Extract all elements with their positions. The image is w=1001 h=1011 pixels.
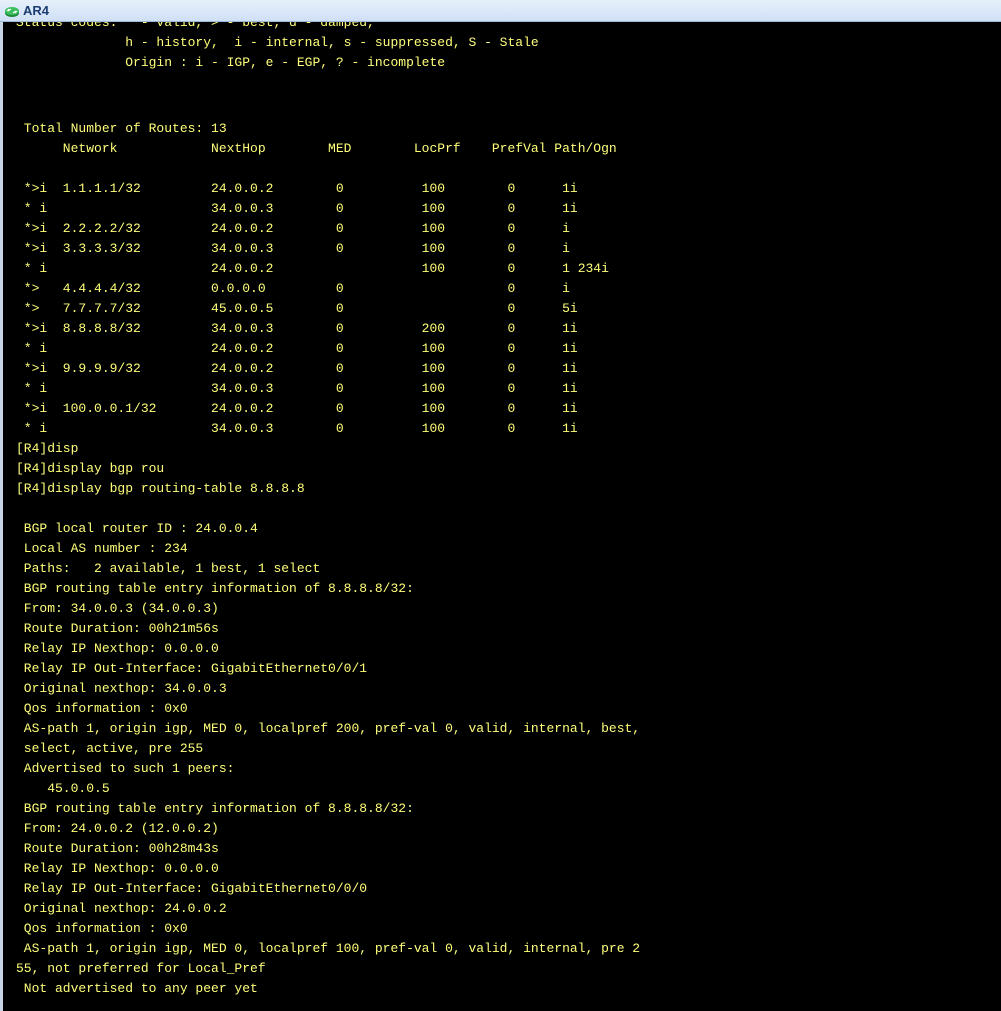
terminal-line: AS-path 1, origin igp, MED 0, localpref … [16, 721, 641, 736]
terminal-line: From: 24.0.0.2 (12.0.0.2) [16, 821, 219, 836]
terminal-line: Relay IP Out-Interface: GigabitEthernet0… [16, 661, 368, 676]
terminal-line: [R4]display bgp rou [16, 461, 165, 476]
terminal-line: From: 34.0.0.3 (34.0.0.3) [16, 601, 219, 616]
terminal-line: 55, not preferred for Local_Pref [16, 961, 266, 976]
terminal-line: Advertised to such 1 peers: [16, 761, 235, 776]
terminal-line: AS-path 1, origin igp, MED 0, localpref … [16, 941, 641, 956]
terminal-line: * i 34.0.0.3 0 100 0 1i [16, 201, 578, 216]
terminal-line: BGP routing table entry information of 8… [16, 581, 414, 596]
terminal-line: select, active, pre 255 [16, 741, 204, 756]
terminal-line: Original nexthop: 24.0.0.2 [16, 901, 227, 916]
terminal-line: Route Duration: 00h21m56s [16, 621, 219, 636]
terminal-line: h - history, i - internal, s - suppresse… [16, 35, 539, 50]
router-app-icon [5, 6, 19, 17]
terminal-line: Relay IP Out-Interface: GigabitEthernet0… [16, 881, 368, 896]
terminal-line: Network NextHop MED LocPrf PrefVal Path/… [16, 141, 617, 156]
terminal-line: Paths: 2 available, 1 best, 1 select [16, 561, 321, 576]
terminal-line: BGP local router ID : 24.0.0.4 [16, 521, 258, 536]
terminal-line: *>i 9.9.9.9/32 24.0.0.2 0 100 0 1i [16, 361, 578, 376]
window-title: AR4 [23, 3, 50, 18]
terminal-line: Not advertised to any peer yet [16, 981, 258, 996]
terminal-line: * i 34.0.0.3 0 100 0 1i [16, 381, 578, 396]
terminal-line: Relay IP Nexthop: 0.0.0.0 [16, 861, 219, 876]
terminal-line: *>i 2.2.2.2/32 24.0.0.2 0 100 0 i [16, 221, 570, 236]
terminal-line: *> 4.4.4.4/32 0.0.0.0 0 0 i [16, 281, 570, 296]
window-left-border [0, 22, 3, 1011]
terminal-line: [R4]display bgp routing-table 8.8.8.8 [16, 481, 305, 496]
terminal-line: BGP routing table entry information of 8… [16, 801, 414, 816]
terminal-line: Origin : i - IGP, e - EGP, ? - incomplet… [16, 55, 446, 70]
terminal-line: *> 7.7.7.7/32 45.0.0.5 0 0 5i [16, 301, 578, 316]
window-titlebar[interactable]: AR4 [0, 0, 1001, 22]
terminal-line: * i 24.0.0.2 0 100 0 1i [16, 341, 578, 356]
terminal-line: Total Number of Routes: 13 [16, 121, 227, 136]
terminal-line: *>i 1.1.1.1/32 24.0.0.2 0 100 0 1i [16, 181, 578, 196]
terminal-line: Local AS number : 234 [16, 541, 188, 556]
terminal-line: Original nexthop: 34.0.0.3 [16, 681, 227, 696]
terminal-line: Relay IP Nexthop: 0.0.0.0 [16, 641, 219, 656]
terminal-line: *>i 3.3.3.3/32 34.0.0.3 0 100 0 i [16, 241, 570, 256]
terminal-line: Status codes: * - valid, > - best, d - d… [16, 22, 375, 30]
terminal-console[interactable]: Status codes: * - valid, > - best, d - d… [16, 22, 996, 1011]
terminal-line: *>i 8.8.8.8/32 34.0.0.3 0 200 0 1i [16, 321, 578, 336]
terminal-line: Route Duration: 00h28m43s [16, 841, 219, 856]
terminal-line: *>i 100.0.0.1/32 24.0.0.2 0 100 0 1i [16, 401, 578, 416]
terminal-line: 45.0.0.5 [16, 781, 110, 796]
terminal-line: Qos information : 0x0 [16, 701, 188, 716]
terminal-line: [R4]disp [16, 441, 79, 456]
terminal-line: * i 34.0.0.3 0 100 0 1i [16, 421, 578, 436]
terminal-line: * i 24.0.0.2 100 0 1 234i [16, 261, 609, 276]
terminal-line: Qos information : 0x0 [16, 921, 188, 936]
